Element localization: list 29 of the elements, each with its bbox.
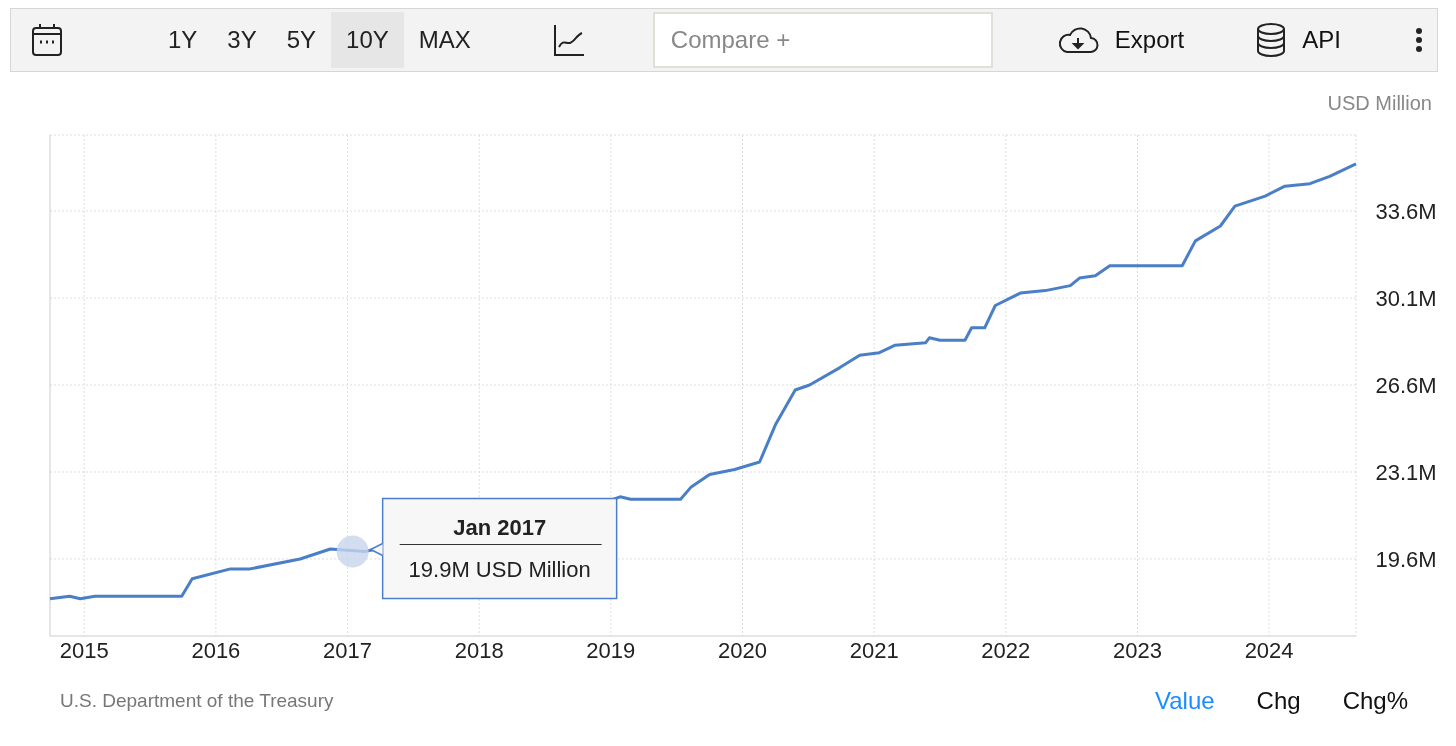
compare-field[interactable]: Compare + [652, 12, 993, 68]
mode-tab[interactable]: Chg [1256, 687, 1301, 715]
range-tab[interactable]: 3Y [212, 12, 272, 68]
x-axis-label: 2017 [323, 638, 372, 663]
x-axis-label: 2020 [718, 638, 767, 663]
range-tab[interactable]: 10Y [331, 12, 404, 68]
x-axis-label: 2024 [1244, 638, 1294, 663]
x-axis-label: 2015 [59, 638, 109, 663]
mode-tab[interactable]: Chg% [1342, 687, 1408, 715]
range-tab[interactable]: 1Y [153, 12, 213, 68]
api-button[interactable]: API [1256, 23, 1341, 57]
source-text: U.S. Department of the Treasury [60, 690, 334, 712]
x-axis-label: 2021 [849, 638, 899, 663]
range-tab[interactable]: 5Y [271, 12, 332, 68]
export-button[interactable]: Export [1056, 26, 1185, 54]
x-axis-label: 2018 [454, 638, 504, 663]
range-tab[interactable]: MAX [403, 12, 486, 68]
y-axis-label: 23.1M [1375, 460, 1437, 485]
x-axis-label: 2019 [586, 638, 636, 663]
y-axis-label: 30.1M [1375, 286, 1437, 311]
y-axis-label: 26.6M [1375, 373, 1437, 398]
x-axis-label: 2022 [981, 638, 1031, 663]
unit-label: USD Million [1327, 92, 1432, 114]
x-axis-label: 2016 [191, 638, 241, 663]
x-axis-label: 2023 [1113, 638, 1162, 663]
y-axis-label: 33.6M [1375, 199, 1437, 225]
tooltip-title: Jan 2017 [453, 514, 547, 540]
y-axis-label: 19.6M [1375, 546, 1437, 572]
tooltip-value: 19.9M USD Million [408, 556, 591, 582]
